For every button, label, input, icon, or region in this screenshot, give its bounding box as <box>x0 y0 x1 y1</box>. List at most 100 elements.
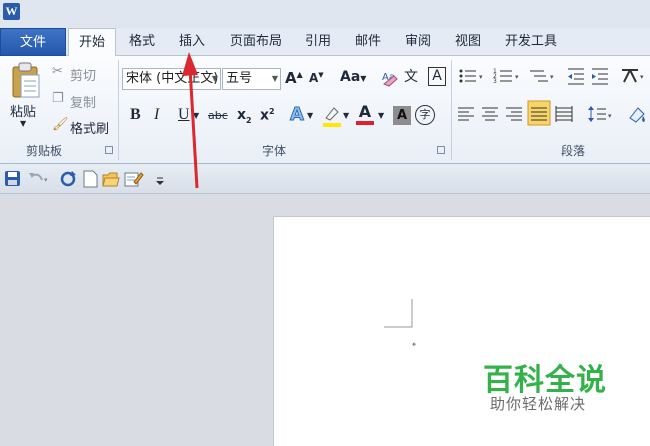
tab-references[interactable]: 引用 <box>296 28 340 56</box>
title-bar: W <box>0 0 650 28</box>
font-size-select[interactable]: 五号 ▼ <box>222 68 281 90</box>
corner-mark-icon <box>384 299 413 328</box>
character-border-label: A <box>432 68 442 84</box>
shrink-font-button[interactable]: A▼ <box>309 71 324 85</box>
paragraph-mark-icon: ↵ <box>412 340 416 350</box>
format-painter-icon: 🖌 <box>52 117 69 132</box>
underline-button[interactable]: U <box>178 106 190 124</box>
character-border-button[interactable]: A <box>428 67 446 86</box>
group-divider <box>451 60 452 160</box>
svg-text:▾: ▾ <box>608 112 612 120</box>
font-name-select[interactable]: 宋体 (中文正文) ▼ <box>122 68 221 90</box>
edit-document-icon <box>124 172 144 187</box>
paragraph-tools[interactable]: ▾ 1 2 3 ▾ ▾ ▾ ▾ <box>456 66 650 136</box>
phonetic-guide-button[interactable]: 文 <box>404 66 418 86</box>
font-group-label: 字体 <box>262 144 287 158</box>
clear-format-button[interactable]: Aa <box>380 68 400 92</box>
svg-text:3: 3 <box>493 78 497 85</box>
paste-dropdown-icon[interactable]: ▼ <box>20 119 26 128</box>
tab-developer[interactable]: 开发工具 <box>496 28 566 56</box>
watermark-subtitle: 助你轻松解决 <box>490 395 587 413</box>
font-size-value: 五号 <box>226 71 253 86</box>
multilevel-list-icon: ▾ <box>530 70 554 82</box>
chinese-layout-icon: ▾ <box>622 69 644 83</box>
redo-icon <box>60 171 76 187</box>
text-effects-dropdown-icon[interactable]: ▼ <box>307 111 313 120</box>
change-case-label: Aa <box>340 69 361 85</box>
ribbon-home: 粘贴 ▼ ✂ 剪切 ❐ 复制 🖌 格式刷 剪贴板 宋体 (中文正文) ▼ 五号 ▼ … <box>0 56 650 164</box>
tab-insert[interactable]: 插入 <box>170 28 214 56</box>
copy-button[interactable]: 复制 <box>70 92 96 111</box>
quick-access-icons[interactable]: ▾ <box>4 170 174 188</box>
word-app-icon[interactable]: W <box>3 3 20 20</box>
paste-button[interactable]: 粘贴 <box>10 101 36 120</box>
tab-file[interactable]: 文件 <box>0 28 66 56</box>
decrease-indent-icon <box>568 68 584 85</box>
new-document-icon <box>83 170 98 188</box>
cut-icon: ✂ <box>52 64 63 79</box>
underline-dropdown-icon[interactable]: ▼ <box>193 111 199 120</box>
increase-indent-icon <box>592 68 608 85</box>
superscript-label: x <box>260 107 270 124</box>
svg-text:▾: ▾ <box>550 73 554 81</box>
align-center-icon <box>482 107 498 121</box>
tab-format[interactable]: 格式 <box>120 28 164 56</box>
justify-active-bg <box>527 100 551 126</box>
italic-button[interactable]: I <box>154 106 159 124</box>
group-divider <box>118 60 119 160</box>
clear-format-icon: Aa <box>382 72 398 87</box>
tab-view[interactable]: 视图 <box>446 28 490 56</box>
grow-font-button[interactable]: A▲ <box>285 69 303 87</box>
align-left-icon <box>458 107 474 121</box>
bold-button[interactable]: B <box>130 106 141 124</box>
subscript-button[interactable]: x2 <box>237 107 252 125</box>
paragraph-group-label: 段落 <box>561 144 586 158</box>
format-painter-button[interactable]: 格式刷 <box>70 118 109 137</box>
chevron-down-icon: ▼ <box>271 74 278 83</box>
tab-page-layout[interactable]: 页面布局 <box>222 28 290 56</box>
tab-review[interactable]: 审阅 <box>396 28 440 56</box>
phonetic-guide-label: 文 <box>404 69 418 85</box>
font-color-dropdown-icon[interactable]: ▼ <box>378 111 384 120</box>
chevron-down-icon: ▼ <box>211 74 218 83</box>
paragraph-shading-icon <box>629 107 645 123</box>
grow-font-label: A <box>285 69 297 87</box>
change-case-button[interactable]: Aa▼ <box>340 69 366 85</box>
svg-text:▾: ▾ <box>44 176 48 184</box>
highlight-button[interactable] <box>322 104 342 132</box>
clipboard-group-label: 剪贴板 <box>26 144 63 158</box>
font-color-button[interactable]: A <box>356 103 374 125</box>
numbering-icon: 1 2 3 ▾ <box>493 68 519 85</box>
enclose-characters-button[interactable]: 字 <box>415 105 435 125</box>
highlight-dropdown-icon[interactable]: ▼ <box>343 111 349 120</box>
tab-home[interactable]: 开始 <box>68 28 116 57</box>
paste-icon[interactable] <box>8 60 44 100</box>
align-right-icon <box>506 107 522 121</box>
bullets-icon: ▾ <box>459 69 483 83</box>
ribbon-tab-bar: 文件 开始 格式 插入 页面布局 引用 邮件 审阅 视图 开发工具 <box>0 28 650 57</box>
font-launcher-icon[interactable] <box>437 146 445 154</box>
cut-button[interactable]: 剪切 <box>70 65 96 84</box>
highlighter-icon <box>323 107 341 127</box>
shrink-font-label: A <box>309 71 319 85</box>
subscript-label: x <box>237 107 247 123</box>
superscript-button[interactable]: x2 <box>260 107 275 124</box>
tab-mailings[interactable]: 邮件 <box>346 28 390 56</box>
margin-marks: ↵ <box>384 299 416 350</box>
open-folder-icon <box>102 172 120 187</box>
svg-text:▾: ▾ <box>479 73 483 81</box>
line-spacing-icon: ▾ <box>588 106 612 122</box>
document-page[interactable]: ↵ <box>273 216 650 446</box>
undo-icon: ▾ <box>29 173 48 184</box>
svg-text:▾: ▾ <box>640 73 644 81</box>
svg-text:▾: ▾ <box>515 73 519 81</box>
character-shading-button[interactable]: A <box>393 106 411 125</box>
quick-access-toolbar: ▾ <box>0 164 650 194</box>
clipboard-launcher-icon[interactable] <box>105 146 113 154</box>
customize-qat-icon <box>156 177 164 185</box>
text-effects-button[interactable]: A <box>290 104 305 126</box>
copy-icon: ❐ <box>52 91 64 106</box>
save-icon <box>5 171 20 186</box>
strikethrough-button[interactable]: abc <box>208 109 228 122</box>
font-name-value: 宋体 (中文正文) <box>126 71 219 86</box>
